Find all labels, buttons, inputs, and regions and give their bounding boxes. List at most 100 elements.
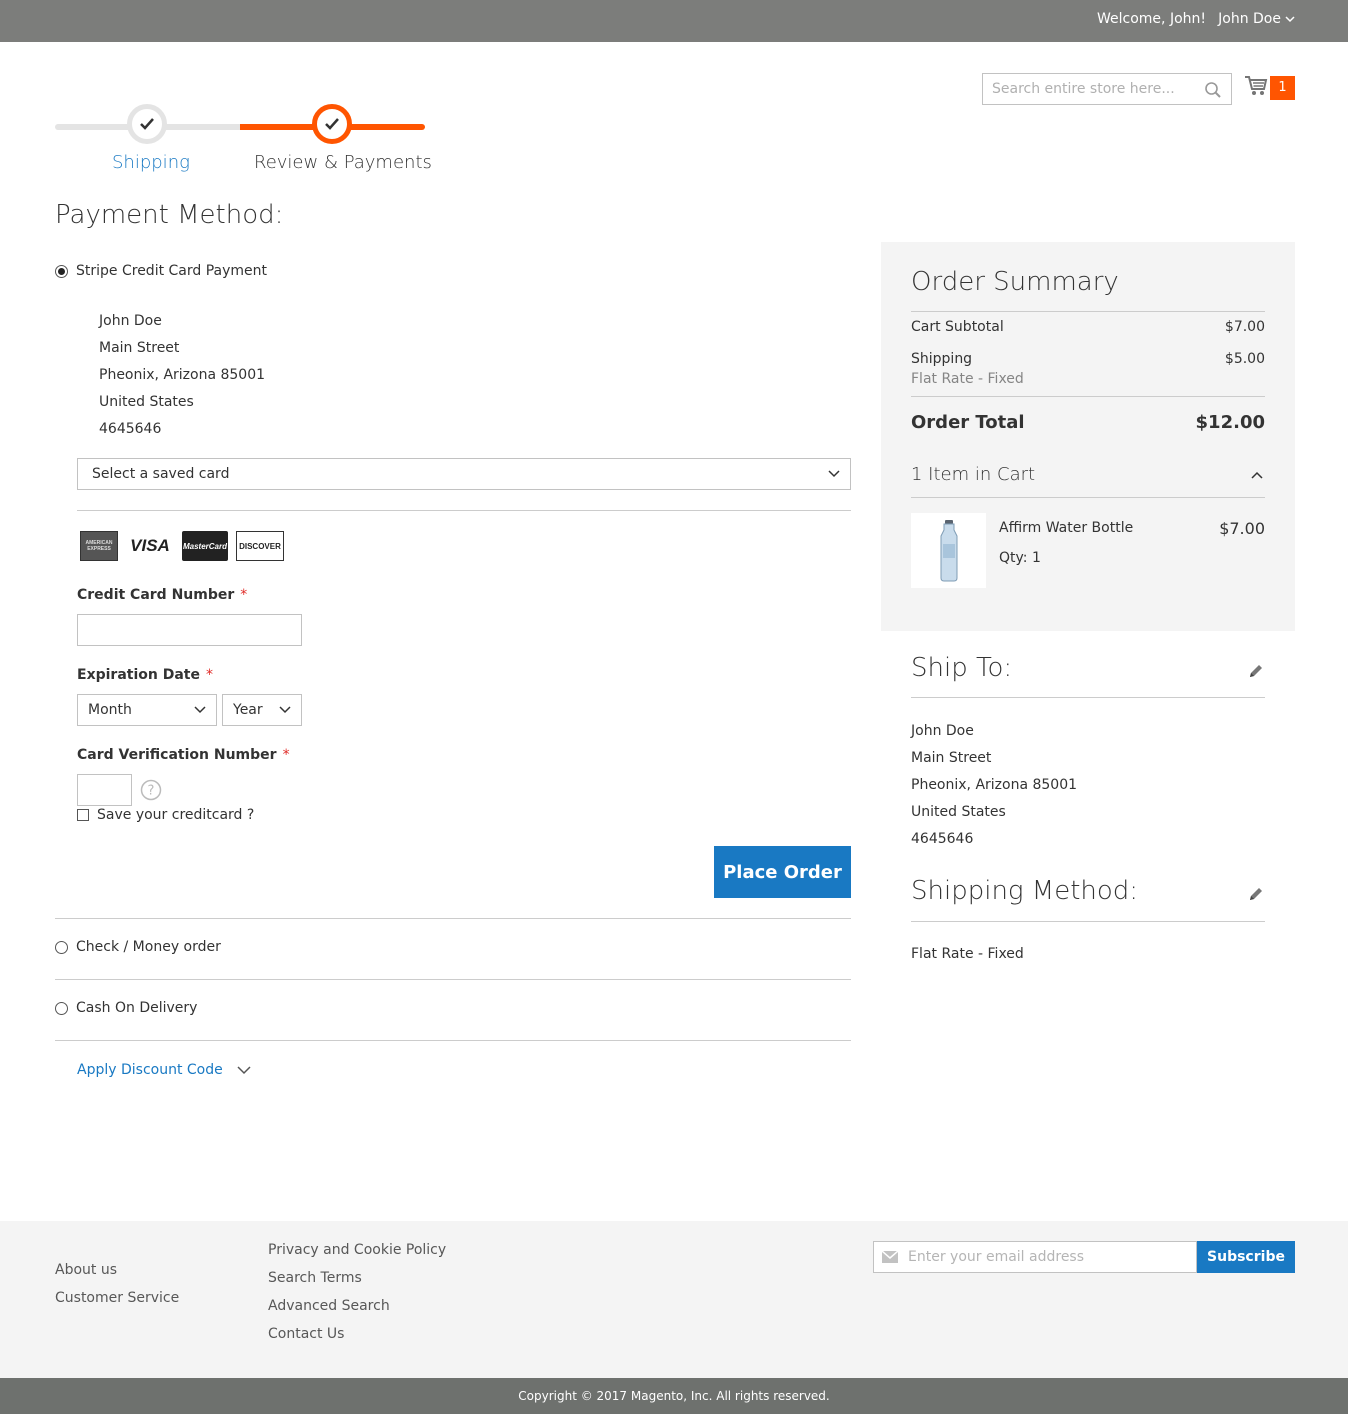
- expiration-label: Expiration Date *: [77, 667, 213, 683]
- save-card-option[interactable]: Save your creditcard ?: [77, 807, 254, 823]
- year-select[interactable]: Year: [222, 694, 302, 726]
- billing-address: John Doe Main Street Pheonix, Arizona 85…: [99, 308, 265, 443]
- address-line: 4645646: [99, 421, 162, 437]
- step-shipping-link[interactable]: Shipping: [112, 152, 190, 173]
- saved-card-select-value: Select a saved card: [92, 466, 230, 482]
- ship-to-title: Ship To:: [911, 653, 1013, 683]
- product-qty: Qty: 1: [999, 550, 1041, 566]
- newsletter-email-input[interactable]: [908, 1242, 1188, 1272]
- cvv-label: Card Verification Number *: [77, 747, 290, 763]
- items-in-cart-label: 1 Item in Cart: [911, 464, 1036, 485]
- cc-number-input[interactable]: [77, 614, 302, 646]
- search-box: [982, 73, 1232, 105]
- order-summary-title: Order Summary: [911, 267, 1119, 297]
- product-name: Affirm Water Bottle: [999, 520, 1134, 536]
- search-icon[interactable]: [1204, 81, 1222, 99]
- chevron-down-icon: [194, 706, 206, 714]
- cvv-input[interactable]: [77, 774, 132, 806]
- product-thumbnail[interactable]: [911, 513, 986, 588]
- footer-link-contact[interactable]: Contact Us: [268, 1326, 344, 1342]
- discount-link[interactable]: Apply Discount Code: [77, 1062, 223, 1078]
- check-icon: [325, 118, 339, 130]
- saved-card-select[interactable]: Select a saved card: [77, 458, 851, 490]
- card-logos: AMERICAN EXPRESS VISA MasterCard DISCOVE…: [80, 531, 284, 561]
- chevron-up-icon: [1251, 471, 1263, 479]
- chevron-down-icon: [1285, 16, 1295, 23]
- payment-option-label: Cash On Delivery: [76, 1000, 198, 1016]
- svg-text:?: ?: [148, 784, 155, 799]
- water-bottle-image: [940, 519, 957, 581]
- cc-number-label: Credit Card Number *: [77, 587, 248, 603]
- help-question-icon[interactable]: ?: [140, 779, 162, 801]
- address-line: 4645646: [911, 831, 974, 847]
- address-line: Pheonix, Arizona 85001: [911, 777, 1078, 793]
- cart-subtotal-label: Cart Subtotal: [911, 319, 1004, 335]
- amex-logo: AMERICAN EXPRESS: [80, 531, 118, 561]
- address-line: United States: [911, 804, 1006, 820]
- account-name: John Doe: [1218, 11, 1281, 27]
- apply-discount-toggle[interactable]: Apply Discount Code: [77, 1062, 251, 1078]
- radio-checkmo[interactable]: [55, 940, 68, 954]
- divider: [911, 697, 1265, 698]
- divider: [911, 311, 1265, 312]
- radio-cod[interactable]: [55, 1001, 68, 1015]
- copyright: Copyright © 2017 Magento, Inc. All right…: [0, 1378, 1348, 1414]
- shipping-method-title: Shipping Method:: [911, 876, 1139, 906]
- cart-icon[interactable]: [1244, 75, 1268, 97]
- product-price: $7.00: [1219, 519, 1265, 538]
- cart-count-badge[interactable]: 1: [1270, 76, 1295, 100]
- payment-option-label: Stripe Credit Card Payment: [76, 263, 268, 279]
- year-select-value: Year: [233, 702, 263, 718]
- shipping-value: $5.00: [1224, 351, 1265, 367]
- divider: [55, 979, 851, 980]
- footer-link-privacy[interactable]: Privacy and Cookie Policy: [268, 1242, 446, 1258]
- search-input[interactable]: [983, 74, 1193, 104]
- address-line: John Doe: [911, 723, 974, 739]
- radio-stripe[interactable]: [55, 264, 68, 278]
- address-line: Main Street: [911, 750, 992, 766]
- month-select[interactable]: Month: [77, 694, 217, 726]
- month-select-value: Month: [88, 702, 132, 718]
- save-card-checkbox[interactable]: [77, 809, 89, 821]
- divider: [55, 918, 851, 919]
- mastercard-logo: MasterCard: [182, 531, 228, 561]
- footer-link-customer-service[interactable]: Customer Service: [55, 1290, 179, 1306]
- address-line: Pheonix, Arizona 85001: [99, 367, 266, 383]
- save-card-label: Save your creditcard ?: [97, 807, 255, 823]
- newsletter-email-field: [873, 1241, 1197, 1273]
- payment-method-title: Payment Method:: [55, 200, 284, 230]
- payment-option-label: Check / Money order: [76, 939, 221, 955]
- items-in-cart-toggle[interactable]: 1 Item in Cart: [911, 464, 1265, 485]
- discover-logo: DISCOVER: [236, 531, 284, 561]
- check-icon: [140, 118, 154, 130]
- chevron-down-icon: [828, 470, 840, 478]
- payment-option-stripe[interactable]: Stripe Credit Card Payment: [55, 263, 267, 279]
- subscribe-button[interactable]: Subscribe: [1197, 1241, 1295, 1273]
- footer-link-advanced-search[interactable]: Advanced Search: [268, 1298, 390, 1314]
- address-line: John Doe: [99, 313, 162, 329]
- footer-link-search-terms[interactable]: Search Terms: [268, 1270, 362, 1286]
- envelope-icon: [882, 1251, 898, 1263]
- address-line: Main Street: [99, 340, 180, 356]
- edit-pencil-icon[interactable]: [1247, 662, 1265, 680]
- ship-to-address: John Doe Main Street Pheonix, Arizona 85…: [911, 718, 1077, 853]
- footer-link-about[interactable]: About us: [55, 1262, 117, 1278]
- divider: [911, 497, 1265, 498]
- edit-pencil-icon[interactable]: [1247, 885, 1265, 903]
- visa-logo: VISA: [130, 536, 170, 555]
- payment-option-cod[interactable]: Cash On Delivery: [55, 1000, 197, 1016]
- top-bar: Welcome, John! John Doe: [0, 0, 1348, 42]
- divider: [911, 921, 1265, 922]
- payment-option-checkmo[interactable]: Check / Money order: [55, 939, 221, 955]
- divider: [911, 396, 1265, 397]
- account-menu[interactable]: John Doe: [1218, 11, 1295, 27]
- divider: [55, 1040, 851, 1041]
- place-order-button[interactable]: Place Order: [714, 846, 851, 898]
- cart-subtotal-value: $7.00: [1224, 319, 1265, 335]
- chevron-down-icon: [279, 706, 291, 714]
- shipping-method-sub: Flat Rate - Fixed: [911, 371, 1024, 387]
- chevron-down-icon: [237, 1065, 251, 1074]
- step-review-label: Review & Payments: [254, 152, 432, 173]
- welcome-message: Welcome, John!: [1097, 11, 1206, 27]
- address-line: United States: [99, 394, 194, 410]
